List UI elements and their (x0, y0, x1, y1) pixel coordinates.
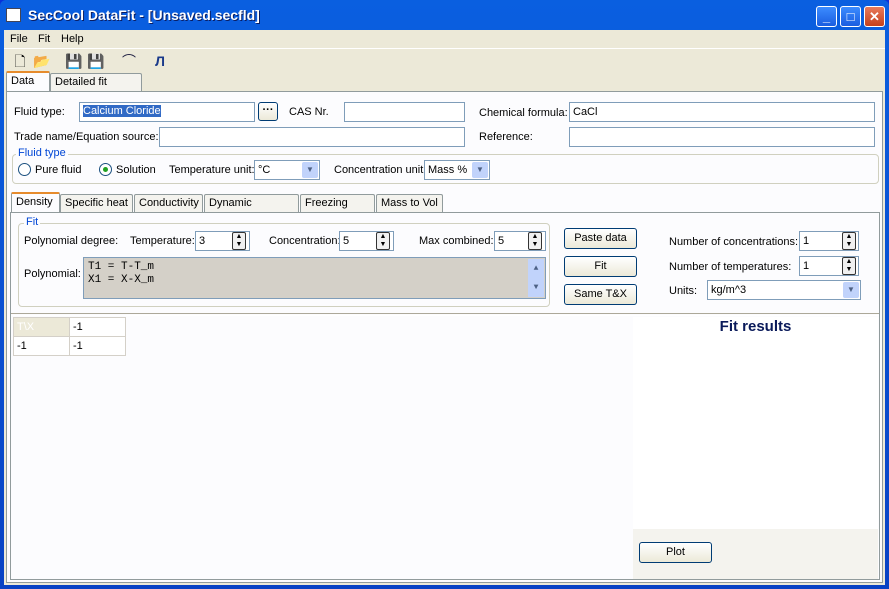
window-title: SecCool DataFit - [Unsaved.secfld] (28, 7, 260, 23)
splitter[interactable] (11, 313, 879, 316)
concentrations-spinner[interactable]: ▲ ▼ (842, 232, 856, 250)
grid-cell[interactable]: -1 (69, 336, 126, 356)
app-icon (6, 8, 21, 22)
polynomial-degree-label: Polynomial degree: (24, 235, 119, 247)
max-combined-spinner[interactable]: ▲ ▼ (528, 232, 542, 250)
formula-input[interactable] (569, 102, 875, 122)
concentration-unit-label: Concentration unit: (334, 164, 427, 176)
fluid-type-value: Calcium Cloride (83, 105, 161, 117)
cas-label: CAS Nr. (289, 106, 329, 118)
chevron-down-icon: ▼ (302, 162, 318, 178)
tab-mass-to-vol[interactable]: Mass to Vol (376, 194, 443, 213)
tab-conductivity[interactable]: Conductivity (134, 194, 203, 213)
concentration-degree-label: Concentration: (269, 235, 341, 247)
solution-radio[interactable] (99, 163, 112, 176)
data-panel: Fluid type: Calcium Cloride ··· CAS Nr. … (6, 91, 883, 583)
close-button[interactable]: ✕ (864, 6, 885, 27)
reference-label: Reference: (479, 131, 533, 143)
fluid-type-group-title: Fluid type (16, 147, 68, 159)
trade-name-label: Trade name/Equation source: (14, 131, 159, 143)
reference-input[interactable] (569, 127, 875, 147)
concentration-unit-select[interactable]: Mass % ▼ (424, 160, 490, 180)
solution-label[interactable]: Solution (116, 164, 156, 176)
pure-fluid-label[interactable]: Pure fluid (35, 164, 81, 176)
tab-density[interactable]: Density (11, 192, 60, 213)
units-select[interactable]: kg/m^3 ▼ (707, 280, 861, 300)
menu-help[interactable]: Help (61, 33, 84, 45)
fluid-type-label: Fluid type: (14, 106, 65, 118)
title-bar: SecCool DataFit - [Unsaved.secfld] (0, 0, 889, 30)
cas-input[interactable] (344, 102, 465, 122)
new-file-icon[interactable]: 🗋 (11, 52, 29, 70)
density-panel: Fit Polynomial degree: Temperature: ▲▼ C… (10, 212, 880, 580)
same-t-x-button[interactable]: Same T&X (564, 284, 637, 305)
fit-results-pane: Fit results Plot (633, 317, 878, 579)
formula-label: Chemical formula: (479, 107, 568, 119)
tab-detailed-fit-results[interactable]: Detailed fit results (50, 73, 142, 105)
fit-results-title: Fit results (719, 318, 792, 335)
tab-data[interactable]: Data (6, 71, 50, 92)
paste-data-button[interactable]: Paste data (564, 228, 637, 249)
save-as-icon[interactable]: 💾 (87, 52, 105, 70)
tab-dynamic-viscosity[interactable]: Dynamic viscosity (204, 194, 299, 226)
number-of-temperatures-label: Number of temperatures: (669, 261, 792, 273)
menu-fit[interactable]: Fit (38, 33, 50, 45)
client-area: File Fit Help 🗋 📂 💾 💾 ⌒ Л Data Detailed … (4, 30, 885, 585)
menu-file[interactable]: File (10, 33, 28, 45)
browse-button[interactable]: ··· (258, 102, 278, 121)
save-icon[interactable]: 💾 (65, 52, 83, 70)
chevron-down-icon: ▼ (472, 162, 488, 178)
plot-button[interactable]: Plot (639, 542, 712, 563)
chevron-down-icon: ▼ (843, 282, 859, 298)
fluid-type-input[interactable]: Calcium Cloride (79, 102, 255, 122)
plot-icon[interactable]: ⌒ (120, 52, 138, 70)
open-folder-icon[interactable]: 📂 (33, 52, 51, 70)
trade-name-input[interactable] (159, 127, 465, 147)
temperature-spinner[interactable]: ▲ ▼ (232, 232, 246, 250)
maximize-button[interactable]: □ (840, 6, 861, 27)
concentration-spinner[interactable]: ▲ ▼ (376, 232, 390, 250)
scrollbar[interactable]: ▲ ▼ (528, 259, 544, 297)
fit-group-title: Fit (24, 216, 41, 228)
temperature-unit-select[interactable]: °C ▼ (254, 160, 320, 180)
fit-button[interactable]: Fit (564, 256, 637, 277)
window: SecCool DataFit - [Unsaved.secfld] _ □ ✕… (0, 0, 889, 589)
units-label: Units: (669, 285, 698, 297)
temperatures-spinner[interactable]: ▲ ▼ (842, 257, 856, 275)
polynomial-label: Polynomial: (24, 268, 81, 280)
grid-cell[interactable]: -1 (13, 336, 70, 356)
minimize-button[interactable]: _ (816, 6, 837, 27)
step-icon[interactable]: Л (151, 52, 169, 70)
grid-cell[interactable]: -1 (69, 317, 126, 337)
pure-fluid-radio[interactable] (18, 163, 31, 176)
grid-header-cell[interactable]: T\X (13, 317, 70, 337)
tab-specific-heat[interactable]: Specific heat (60, 194, 133, 213)
polynomial-textarea[interactable]: T1 = T-T_m X1 = X-X_m ▲ ▼ (83, 257, 546, 299)
tab-freezing-point[interactable]: Freezing point (300, 194, 375, 226)
temperature-unit-label: Temperature unit: (169, 164, 255, 176)
temperature-degree-label: Temperature: (130, 235, 195, 247)
number-of-concentrations-label: Number of concentrations: (669, 236, 799, 248)
max-combined-label: Max combined: (419, 235, 494, 247)
